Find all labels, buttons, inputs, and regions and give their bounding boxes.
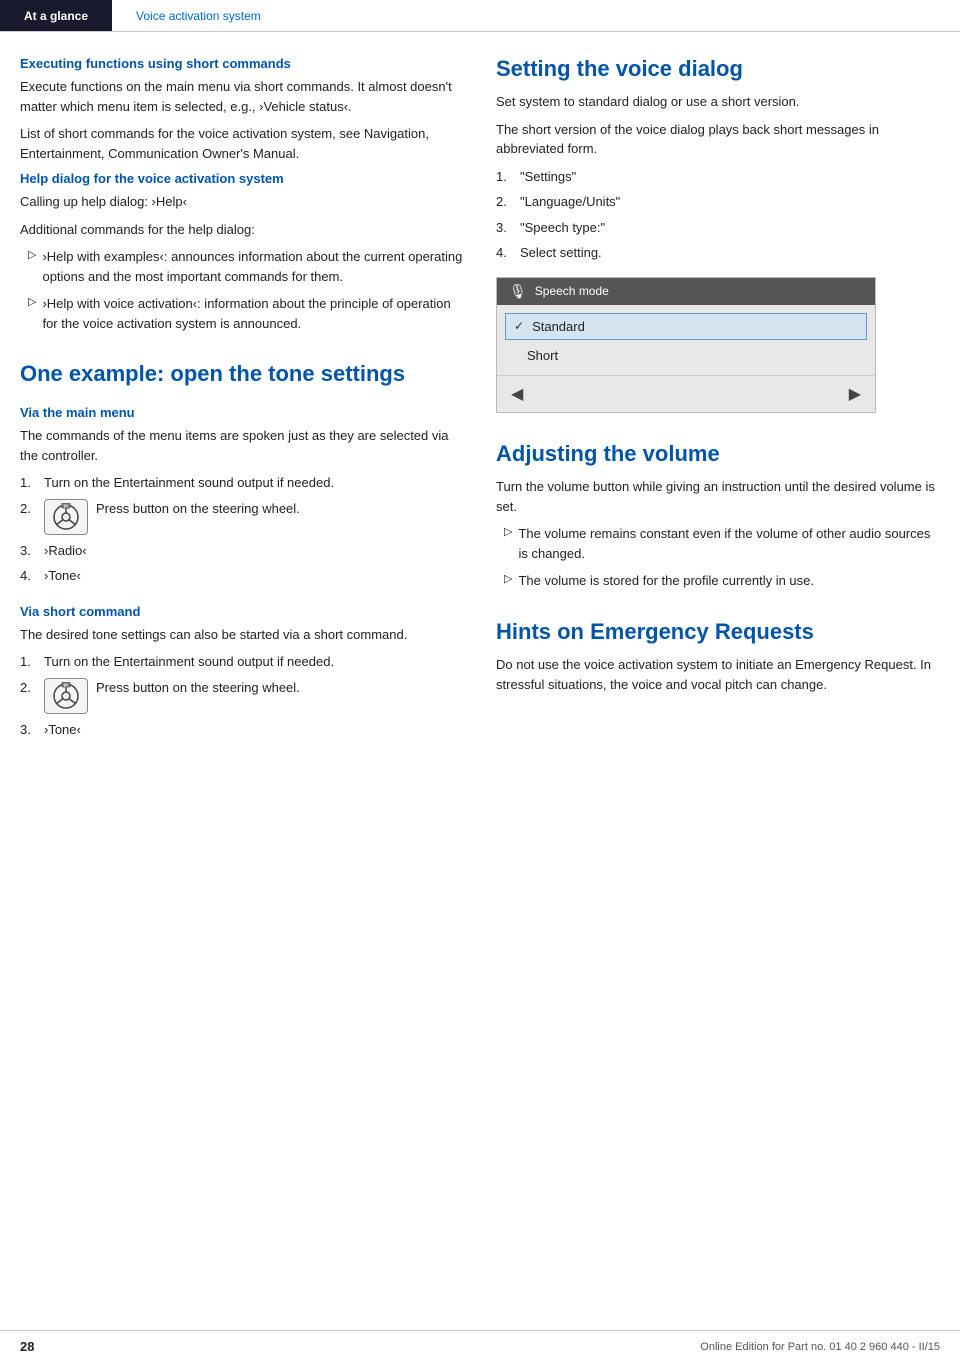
main-menu-step-2-text: Press button on the steering wheel. — [96, 499, 300, 519]
voice-dialog-para2: The short version of the voice dialog pl… — [496, 120, 940, 159]
speech-mode-header-label: Speech mode — [535, 284, 609, 298]
help-bullet-2: ▷ ›Help with voice activation‹: informat… — [20, 294, 464, 333]
short-cmd-step-1: 1. Turn on the Entertainment sound outpu… — [20, 652, 464, 672]
volume-para: Turn the volume button while giving an i… — [496, 477, 940, 516]
volume-bullet-2-text: The volume is stored for the profile cur… — [518, 571, 814, 591]
voice-dialog-step-2: 2. "Language/Units" — [496, 192, 940, 212]
help-dialog-para1: Calling up help dialog: ›Help‹ — [20, 192, 464, 212]
speech-mode-short: Short — [497, 342, 875, 369]
speech-mode-icon: 🎙 — [509, 283, 527, 300]
voice-dialog-title: Setting the voice dialog — [496, 56, 940, 82]
speech-mode-body: ✓ Standard Short — [497, 305, 875, 375]
help-bullet-2-text: ›Help with voice activation‹: informatio… — [42, 294, 464, 333]
help-dialog-section: Help dialog for the voice activation sys… — [20, 171, 464, 333]
main-menu-step-2: 2. ((• — [20, 499, 464, 535]
footer-info: Online Edition for Part no. 01 40 2 960 … — [700, 1341, 940, 1353]
page-footer: 28 Online Edition for Part no. 01 40 2 9… — [0, 1330, 960, 1362]
bullet-arrow-icon-2: ▷ — [28, 295, 36, 333]
via-short-command-title: Via short command — [20, 604, 464, 619]
page-header: At a glance Voice activation system — [0, 0, 960, 32]
short-cmd-step-2: 2. ((• — [20, 678, 464, 714]
via-main-menu-para: The commands of the menu items are spoke… — [20, 426, 464, 465]
left-column: Executing functions using short commands… — [20, 56, 464, 747]
main-menu-step-1: 1. Turn on the Entertainment sound outpu… — [20, 473, 464, 493]
help-dialog-title: Help dialog for the voice activation sys… — [20, 171, 464, 186]
right-column: Setting the voice dialog Set system to s… — [496, 56, 940, 747]
volume-section: Adjusting the volume Turn the volume but… — [496, 441, 940, 591]
main-menu-step-4: 4. ›Tone‹ — [20, 566, 464, 586]
svg-text:((•: ((• — [64, 503, 69, 508]
via-main-menu-steps: 1. Turn on the Entertainment sound outpu… — [20, 473, 464, 586]
bullet-arrow-icon-1: ▷ — [28, 248, 36, 286]
short-cmd-step-2-text: Press button on the steering wheel. — [96, 678, 300, 698]
voice-dialog-step-4: 4. Select setting. — [496, 243, 940, 263]
volume-bullet-arrow-2: ▷ — [504, 572, 512, 591]
help-bullet-1: ▷ ›Help with examples‹: announces inform… — [20, 247, 464, 286]
via-short-command-para: The desired tone settings can also be st… — [20, 625, 464, 645]
page-number: 28 — [20, 1339, 34, 1354]
tab-at-a-glance[interactable]: At a glance — [0, 0, 112, 31]
voice-dialog-steps: 1. "Settings" 2. "Language/Units" 3. "Sp… — [496, 167, 940, 263]
steering-wheel-icon: ((• — [44, 499, 88, 535]
main-content: Executing functions using short commands… — [0, 32, 960, 787]
speech-mode-standard: ✓ Standard — [505, 313, 867, 340]
one-example-title: One example: open the tone settings — [20, 361, 464, 387]
speech-mode-header: 🎙 Speech mode — [497, 278, 875, 305]
main-menu-step-3: 3. ›Radio‹ — [20, 541, 464, 561]
executing-functions-para2: List of short commands for the voice act… — [20, 124, 464, 163]
voice-dialog-step-1: 1. "Settings" — [496, 167, 940, 187]
voice-dialog-step-3: 3. "Speech type:" — [496, 218, 940, 238]
help-bullet-1-text: ›Help with examples‹: announces informat… — [42, 247, 464, 286]
short-cmd-step-3: 3. ›Tone‹ — [20, 720, 464, 740]
one-example-section: One example: open the tone settings Via … — [20, 361, 464, 739]
speech-mode-short-label: Short — [527, 348, 558, 363]
executing-functions-para1: Execute functions on the main menu via s… — [20, 77, 464, 116]
volume-bullet-2: ▷ The volume is stored for the profile c… — [496, 571, 940, 591]
speech-mode-dialog: 🎙 Speech mode ✓ Standard Short ◀ ▶ — [496, 277, 876, 413]
emergency-section: Hints on Emergency Requests Do not use t… — [496, 619, 940, 694]
svg-text:((•: ((• — [64, 682, 69, 687]
steering-wheel-icon-2: ((• — [44, 678, 88, 714]
voice-dialog-section: Setting the voice dialog Set system to s… — [496, 56, 940, 413]
emergency-para: Do not use the voice activation system t… — [496, 655, 940, 694]
volume-bullet-1: ▷ The volume remains constant even if th… — [496, 524, 940, 563]
executing-functions-title: Executing functions using short commands — [20, 56, 464, 71]
tab-voice-activation[interactable]: Voice activation system — [112, 0, 285, 31]
speech-mode-standard-label: Standard — [532, 319, 585, 334]
volume-bullet-1-text: The volume remains constant even if the … — [518, 524, 940, 563]
via-main-menu-title: Via the main menu — [20, 405, 464, 420]
executing-functions-section: Executing functions using short commands… — [20, 56, 464, 163]
checkmark-icon: ✓ — [514, 319, 524, 333]
volume-bullet-arrow-1: ▷ — [504, 525, 512, 563]
nav-right-icon: ▶ — [849, 384, 861, 404]
emergency-title: Hints on Emergency Requests — [496, 619, 940, 645]
nav-left-icon: ◀ — [511, 384, 523, 404]
volume-title: Adjusting the volume — [496, 441, 940, 467]
voice-dialog-para1: Set system to standard dialog or use a s… — [496, 92, 940, 112]
via-short-command-steps: 1. Turn on the Entertainment sound outpu… — [20, 652, 464, 739]
speech-mode-nav: ◀ ▶ — [497, 375, 875, 412]
help-dialog-para2: Additional commands for the help dialog: — [20, 220, 464, 240]
